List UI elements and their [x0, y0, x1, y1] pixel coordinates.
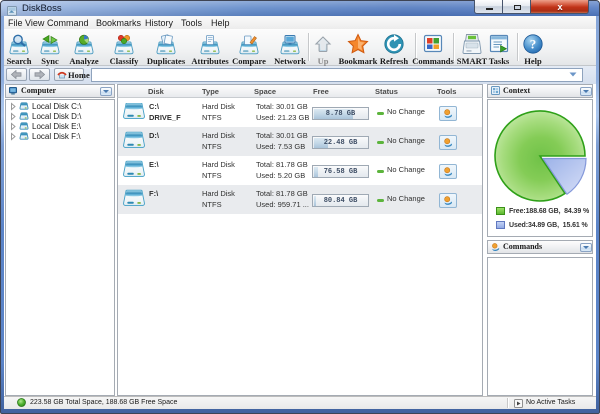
svg-text:?: ?: [529, 37, 536, 52]
